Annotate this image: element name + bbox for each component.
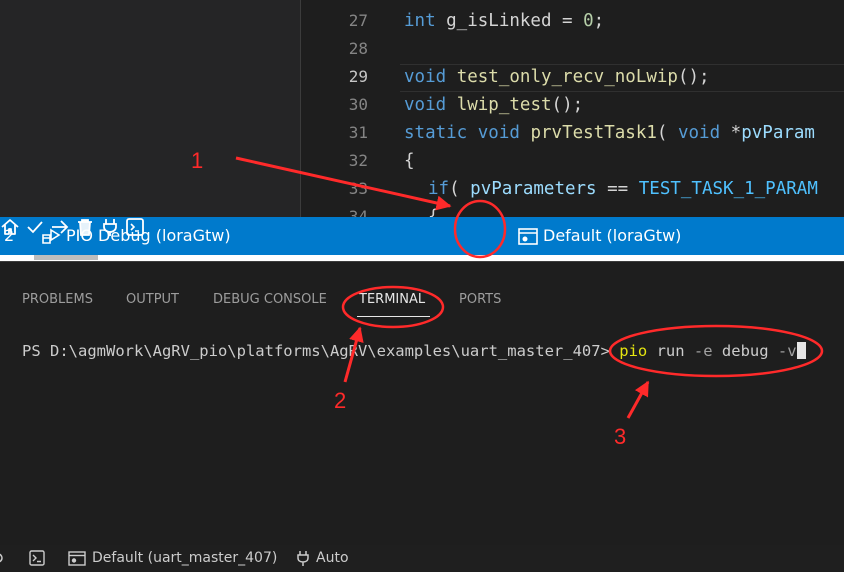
pio-debug-label: PIO Debug (loraGtw): [66, 226, 231, 245]
line-number: 29: [348, 67, 368, 86]
line-number: 30: [348, 95, 368, 114]
pio-debug-button[interactable]: PIO Debug (loraGtw): [40, 217, 231, 255]
code-line[interactable]: 34 {: [300, 203, 844, 217]
code-text: {: [428, 207, 439, 217]
code-text: if( pvParameters == TEST_TASK_1_PARAM: [428, 179, 818, 199]
folder-env-icon: [68, 551, 86, 566]
annotation-label-3: 3: [614, 424, 627, 449]
tab-output[interactable]: OUTPUT: [126, 292, 179, 307]
terminal-cursor: [796, 342, 806, 359]
port-select-button[interactable]: Auto: [296, 545, 376, 571]
folder-env-icon: [518, 228, 538, 245]
active-tab-indicator: [357, 316, 430, 317]
terminal-icon[interactable]: [29, 550, 45, 566]
code-line[interactable]: 28: [300, 35, 844, 63]
annotation-label-2: 2: [334, 388, 347, 413]
line-number: 32: [348, 151, 368, 170]
code-editor[interactable]: 27 int g_isLinked = 0; 28 29 void test_o…: [0, 0, 844, 217]
tab-debug-console[interactable]: DEBUG CONSOLE: [213, 292, 327, 307]
code-line[interactable]: 32 {: [300, 147, 844, 175]
status-bar: 2 PIO Debug (loraGtw) Default (loraGtw): [0, 217, 844, 255]
terminal-args: run: [647, 342, 694, 360]
project-env-label: Default (loraGtw): [543, 226, 682, 245]
code-line[interactable]: 27 int g_isLinked = 0;: [300, 7, 844, 35]
tab-terminal[interactable]: TERMINAL: [359, 292, 425, 307]
code-text: void lwip_test();: [404, 95, 584, 115]
code-line[interactable]: 33 if( pvParameters == TEST_TASK_1_PARAM: [300, 175, 844, 203]
code-text: static void prvTestTask1( void *pvParam: [404, 123, 815, 143]
annotation-label-1: 1: [191, 148, 204, 173]
line-number: 28: [348, 39, 368, 58]
code-line[interactable]: 30 void lwip_test();: [300, 91, 844, 119]
terminal-input-line[interactable]: PS D:\agmWork\AgRV_pio\platforms\AgRV\ex…: [22, 342, 806, 360]
project-env-button[interactable]: Default (uart_master_407): [68, 545, 288, 571]
code-line[interactable]: 31 static void prvTestTask1( void *pvPar…: [300, 119, 844, 147]
debug-icon: [42, 228, 61, 244]
code-text: {: [404, 151, 415, 171]
line-number: 34: [348, 207, 368, 217]
line-number: 27: [348, 11, 368, 30]
terminal-flag: -e: [693, 342, 713, 360]
project-env-label: Default (uart_master_407): [92, 550, 278, 566]
code-line[interactable]: 29 void test_only_recv_noLwip();: [300, 63, 844, 91]
problems-count[interactable]: 2: [4, 217, 14, 255]
scrollbar-thumb[interactable]: [34, 255, 98, 260]
terminal-args: debug: [712, 342, 778, 360]
plug-icon: [297, 551, 309, 566]
explorer-pane: [0, 0, 300, 217]
bottom-panel: PROBLEMS OUTPUT DEBUG CONSOLE TERMINAL P…: [0, 261, 844, 572]
line-number: 33: [348, 179, 368, 198]
terminal-prompt: PS D:\agmWork\AgRV_pio\platforms\AgRV\ex…: [22, 342, 620, 360]
bottom-status-bar: Default (uart_master_407) Auto: [0, 545, 844, 571]
terminal-flag: -v: [777, 342, 797, 360]
tab-ports[interactable]: PORTS: [459, 292, 501, 307]
tab-problems[interactable]: PROBLEMS: [22, 292, 93, 307]
code-text: int g_isLinked = 0;: [404, 11, 605, 31]
port-label: Auto: [316, 550, 349, 566]
terminal-command: pio: [619, 342, 648, 360]
code-text: void test_only_recv_noLwip();: [404, 67, 710, 87]
bottom-bar-partial-icon[interactable]: [0, 551, 6, 565]
project-env-button[interactable]: Default (loraGtw): [518, 217, 718, 255]
line-number: 31: [348, 123, 368, 142]
